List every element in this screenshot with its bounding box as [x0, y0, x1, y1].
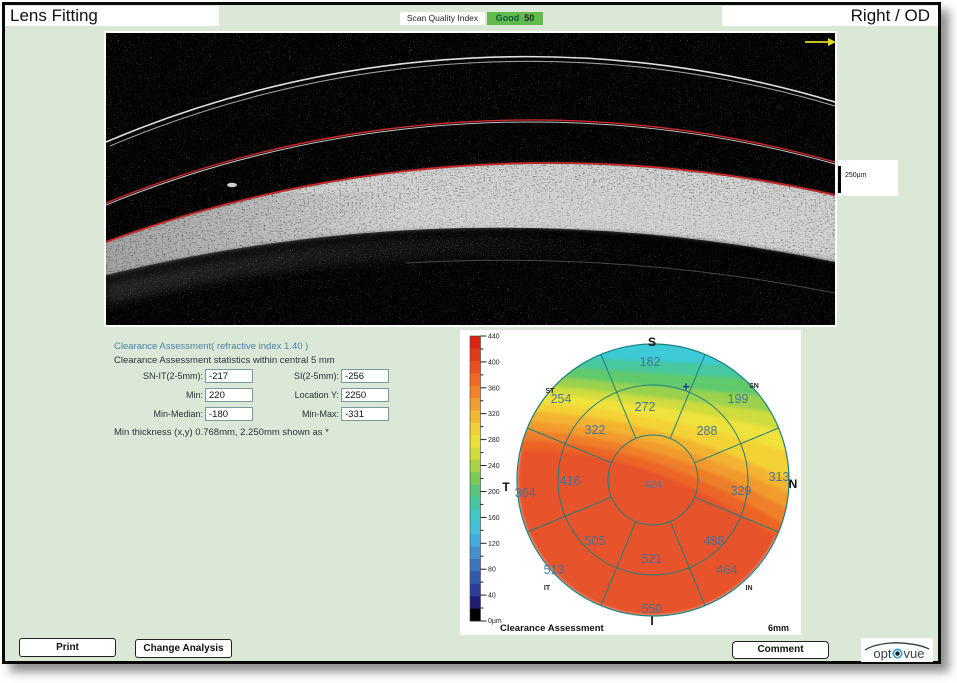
svg-text:SN: SN — [749, 383, 759, 390]
svg-text:416: 416 — [560, 474, 581, 488]
svg-text:6mm: 6mm — [768, 623, 789, 633]
svg-text:400: 400 — [488, 359, 500, 366]
svg-text:120: 120 — [488, 541, 500, 548]
svg-text:40: 40 — [488, 593, 496, 600]
svg-text:182: 182 — [640, 355, 661, 369]
svg-text:322: 322 — [585, 423, 606, 437]
svg-text:360: 360 — [488, 385, 500, 392]
svg-text:521: 521 — [642, 552, 663, 566]
svg-text:N: N — [789, 477, 798, 491]
svg-text:IT: IT — [544, 585, 551, 592]
svg-text:313: 313 — [769, 470, 790, 484]
svg-text:199: 199 — [728, 392, 749, 406]
svg-text:240: 240 — [488, 463, 500, 470]
svg-text:IN: IN — [746, 585, 753, 592]
svg-text:T: T — [502, 480, 510, 494]
svg-text:440: 440 — [488, 334, 500, 341]
svg-text:288: 288 — [697, 424, 718, 438]
svg-text:200: 200 — [488, 489, 500, 496]
svg-text:vue: vue — [904, 646, 925, 661]
svg-text:S: S — [648, 335, 656, 349]
svg-text:424: 424 — [644, 479, 662, 491]
svg-text:160: 160 — [488, 515, 500, 522]
svg-text:I: I — [650, 614, 653, 628]
svg-text:272: 272 — [635, 400, 656, 414]
svg-text:280: 280 — [488, 437, 500, 444]
svg-text:488: 488 — [704, 534, 725, 548]
svg-text:ST: ST — [546, 388, 556, 395]
svg-text:505: 505 — [585, 534, 606, 548]
svg-text:320: 320 — [488, 411, 500, 418]
svg-text:+: + — [682, 379, 690, 394]
svg-text:Clearance Assessment: Clearance Assessment — [500, 623, 605, 634]
svg-text:opt: opt — [873, 646, 891, 661]
svg-text:464: 464 — [717, 563, 738, 577]
svg-text:329: 329 — [731, 484, 752, 498]
svg-text:364: 364 — [515, 486, 536, 500]
svg-text:513: 513 — [544, 563, 565, 577]
svg-text:80: 80 — [488, 567, 496, 574]
